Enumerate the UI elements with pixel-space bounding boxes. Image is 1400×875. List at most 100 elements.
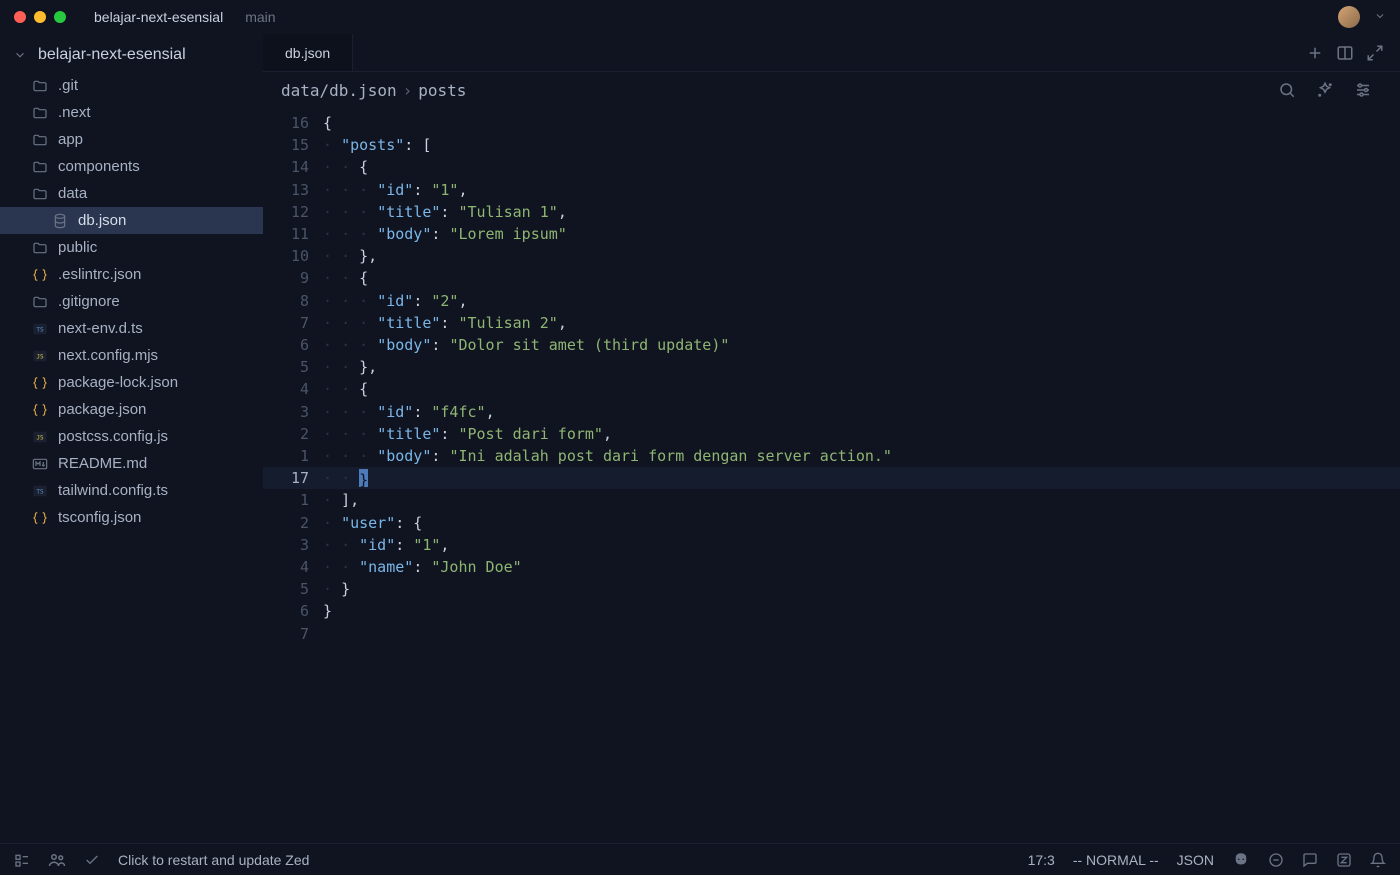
file-tree-item[interactable]: data (0, 180, 263, 207)
file-tree-item[interactable]: .git (0, 72, 263, 99)
collab-icon[interactable] (48, 851, 66, 869)
code-line: 5· } (263, 578, 1400, 600)
line-number: 6 (263, 600, 323, 622)
line-content: · · · "body": "Dolor sit amet (third upd… (323, 334, 729, 356)
line-number: 16 (263, 112, 323, 134)
project-header[interactable]: belajar-next-esensial (0, 38, 263, 72)
line-number: 6 (263, 334, 323, 356)
feedback-icon[interactable] (1302, 852, 1318, 868)
file-tree-item[interactable]: components (0, 153, 263, 180)
line-content: · · { (323, 156, 368, 178)
chevron-down-icon[interactable] (1374, 9, 1386, 25)
titlebar: belajar-next-esensial main (0, 0, 1400, 34)
line-content: · · · "body": "Ini adalah post dari form… (323, 445, 892, 467)
line-number: 7 (263, 312, 323, 334)
code-line: 4· · { (263, 378, 1400, 400)
line-content: · · { (323, 267, 368, 289)
project-title[interactable]: belajar-next-esensial (94, 9, 223, 25)
file-tree-item[interactable]: db.json (0, 207, 263, 234)
file-tree-item[interactable]: TSnext-env.d.ts (0, 315, 263, 342)
notifications-icon[interactable] (1370, 852, 1386, 868)
file-tree-label: package.json (58, 401, 146, 418)
settings-icon[interactable] (1354, 81, 1372, 99)
code-line: 11· · · "body": "Lorem ipsum" (263, 223, 1400, 245)
line-number: 5 (263, 578, 323, 600)
user-avatar[interactable] (1338, 6, 1360, 28)
minimize-window-button[interactable] (34, 11, 46, 23)
close-window-button[interactable] (14, 11, 26, 23)
expand-panel-button[interactable] (1366, 44, 1384, 62)
line-content: } (323, 600, 332, 622)
folder-icon (32, 159, 48, 175)
line-content: · · · "title": "Tulisan 2", (323, 312, 567, 334)
file-tree-item[interactable]: TStailwind.config.ts (0, 477, 263, 504)
line-number: 2 (263, 512, 323, 534)
cursor-position[interactable]: 17:3 (1028, 852, 1055, 868)
code-line: 16{ (263, 112, 1400, 134)
window-controls (14, 11, 66, 23)
file-tree-item[interactable]: tsconfig.json (0, 504, 263, 531)
tab-db-json[interactable]: db.json (263, 34, 353, 71)
line-number: 8 (263, 290, 323, 312)
file-tree-label: next-env.d.ts (58, 320, 143, 337)
status-bar: Click to restart and update Zed 17:3 -- … (0, 843, 1400, 875)
diagnostics-icon[interactable] (1268, 852, 1284, 868)
code-line: 13· · · "id": "1", (263, 179, 1400, 201)
json-icon (32, 510, 48, 526)
line-number: 1 (263, 489, 323, 511)
js-icon: JS (32, 429, 48, 445)
breadcrumb-symbol: posts (418, 81, 466, 100)
language-mode[interactable]: JSON (1177, 852, 1214, 868)
line-number: 17 (263, 467, 323, 489)
assistant-icon[interactable] (1316, 81, 1334, 99)
copilot-icon[interactable] (1232, 851, 1250, 869)
split-panel-button[interactable] (1336, 44, 1354, 62)
breadcrumb[interactable]: data/db.json › posts (263, 72, 1400, 108)
maximize-window-button[interactable] (54, 11, 66, 23)
code-line: 17· · } (263, 467, 1400, 489)
file-tree-label: public (58, 239, 97, 256)
file-tree-label: package-lock.json (58, 374, 178, 391)
line-number: 11 (263, 223, 323, 245)
code-editor[interactable]: 16{15· "posts": [14· · {13· · · "id": "1… (263, 108, 1400, 843)
line-number: 10 (263, 245, 323, 267)
project-panel-icon[interactable] (14, 852, 30, 868)
file-tree-item[interactable]: JS postcss.config.js (0, 423, 263, 450)
line-number: 13 (263, 179, 323, 201)
line-content: · "user": { (323, 512, 422, 534)
file-tree-label: postcss.config.js (58, 428, 168, 445)
line-number: 15 (263, 134, 323, 156)
js-icon: JS (32, 348, 48, 364)
file-tree-item[interactable]: package-lock.json (0, 369, 263, 396)
file-tree-item[interactable]: .gitignore (0, 288, 263, 315)
search-icon[interactable] (1278, 81, 1296, 99)
file-tree-item[interactable]: README.md (0, 450, 263, 477)
file-tree-label: db.json (78, 212, 126, 229)
line-content: · · · "title": "Tulisan 1", (323, 201, 567, 223)
line-content: · · "id": "1", (323, 534, 449, 556)
line-number: 12 (263, 201, 323, 223)
line-content: · ], (323, 489, 359, 511)
code-line: 14· · { (263, 156, 1400, 178)
code-line: 1· · · "body": "Ini adalah post dari for… (263, 445, 1400, 467)
file-tree-label: components (58, 158, 140, 175)
file-tree-item[interactable]: .eslintrc.json (0, 261, 263, 288)
file-tree-item[interactable]: .next (0, 99, 263, 126)
code-line: 3· · "id": "1", (263, 534, 1400, 556)
tab-bar: db.json (263, 34, 1400, 72)
update-message[interactable]: Click to restart and update Zed (118, 852, 309, 868)
file-tree-item[interactable]: app (0, 126, 263, 153)
folder-icon (32, 105, 48, 121)
code-line: 5· · }, (263, 356, 1400, 378)
zed-icon[interactable] (1336, 852, 1352, 868)
file-tree-item[interactable]: package.json (0, 396, 263, 423)
code-line: 4· · "name": "John Doe" (263, 556, 1400, 578)
file-tree-label: tailwind.config.ts (58, 482, 168, 499)
new-tab-button[interactable] (1306, 44, 1324, 62)
file-tree-item[interactable]: JSnext.config.mjs (0, 342, 263, 369)
file-tree-label: .next (58, 104, 91, 121)
git-branch[interactable]: main (245, 9, 275, 25)
code-line: 2· · · "title": "Post dari form", (263, 423, 1400, 445)
check-icon[interactable] (84, 852, 100, 868)
file-tree-item[interactable]: public (0, 234, 263, 261)
